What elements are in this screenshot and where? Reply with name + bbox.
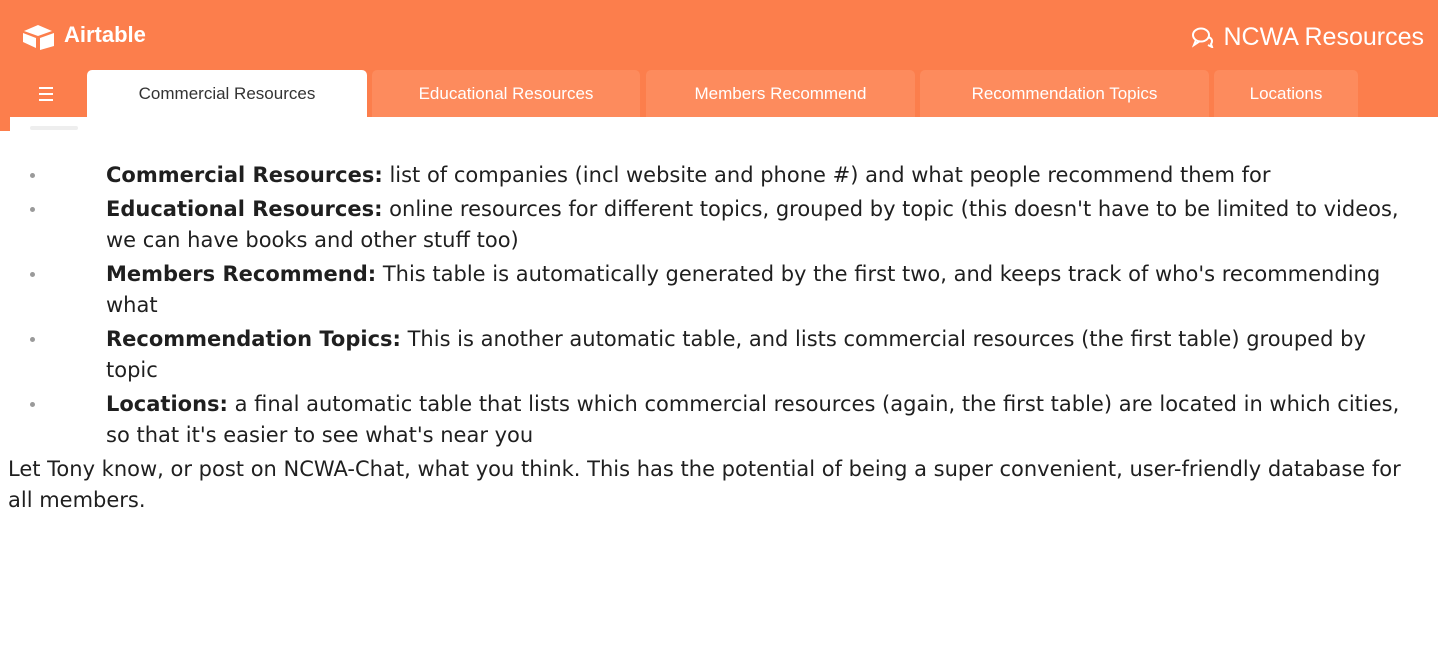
list-item-text: list of companies (incl website and phon… — [382, 163, 1271, 187]
bullet-icon — [30, 206, 35, 212]
bullet-icon — [30, 336, 35, 342]
header-top-row: Airtable NCWA Resources — [0, 14, 1438, 58]
airtable-logo-icon[interactable] — [20, 24, 60, 50]
airtable-header: Airtable NCWA Resources Commercial Resou… — [0, 0, 1438, 117]
tab-educational-resources[interactable]: Educational Resources — [372, 70, 640, 117]
tab-recommendation-topics[interactable]: Recommendation Topics — [920, 70, 1209, 117]
chat-icon — [1192, 27, 1214, 48]
tables-list: Commercial Resources: list of companies … — [0, 160, 1438, 452]
header-edge — [0, 117, 10, 131]
scroll-indicator — [30, 126, 78, 130]
tab-commercial-resources[interactable]: Commercial Resources — [87, 70, 367, 117]
table-tabs: Commercial Resources Educational Resourc… — [0, 70, 1438, 117]
closing-paragraph: Let Tony know, or post on NCWA-Chat, wha… — [8, 456, 1401, 513]
base-title: NCWA Resources — [1191, 22, 1424, 52]
list-item-text: a final automatic table that lists which… — [106, 391, 1400, 448]
list-item-term: Recommendation Topics: — [106, 326, 401, 351]
list-item-term: Locations: — [106, 391, 228, 416]
brand-name[interactable]: Airtable — [64, 22, 146, 48]
bullet-icon — [30, 173, 35, 178]
tab-members-recommend[interactable]: Members Recommend — [646, 70, 915, 117]
list-item-term: Members Recommend: — [106, 261, 377, 286]
list-item: Locations: a final automatic table that … — [0, 389, 1406, 452]
list-item-term: Commercial Resources: — [106, 163, 383, 187]
bullet-icon — [30, 401, 35, 407]
list-item-term: Educational Resources: — [106, 196, 383, 221]
list-item: Recommendation Topics: This is another a… — [0, 324, 1406, 387]
description: Commercial Resources: list of companies … — [0, 160, 1438, 517]
list-item: Members Recommend: This table is automat… — [0, 259, 1406, 322]
bullet-icon — [30, 271, 35, 277]
list-item: Commercial Resources: list of companies … — [0, 160, 1406, 192]
tab-locations[interactable]: Locations — [1214, 70, 1358, 117]
base-name: NCWA Resources — [1223, 22, 1424, 51]
list-item: Educational Resources: online resources … — [0, 194, 1406, 257]
